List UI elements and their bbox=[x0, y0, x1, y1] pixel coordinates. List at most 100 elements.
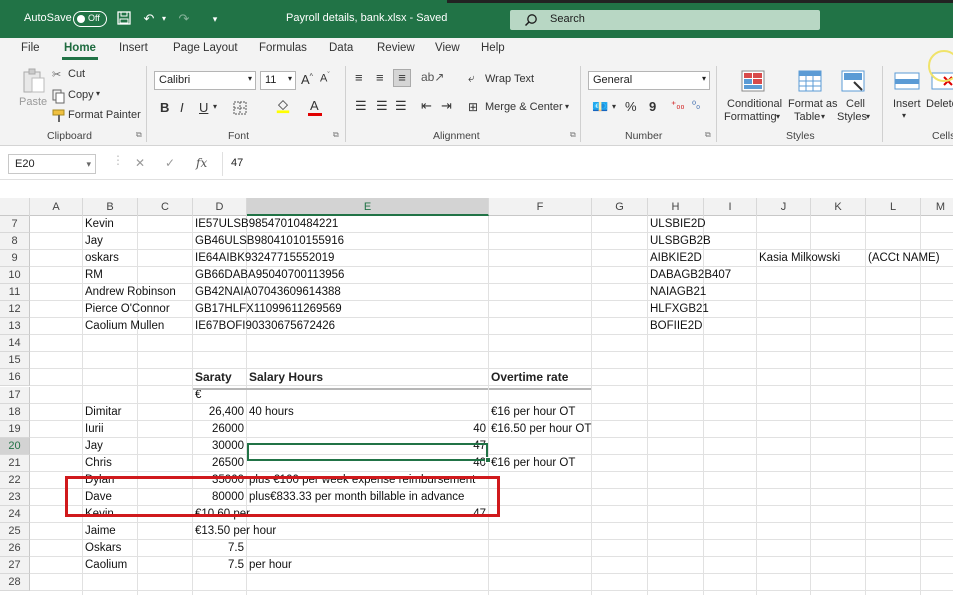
merge-center-button[interactable]: Merge & Center bbox=[485, 101, 563, 113]
cell-e16[interactable]: Salary Hours bbox=[249, 369, 323, 386]
bold-icon[interactable]: B bbox=[160, 100, 169, 115]
cell-f21[interactable]: €16 per hour OT bbox=[491, 455, 575, 472]
row-header-12[interactable]: 12 bbox=[0, 301, 30, 318]
save-icon[interactable] bbox=[116, 11, 132, 27]
borders-icon[interactable] bbox=[232, 100, 248, 116]
column-header-d[interactable]: D bbox=[193, 198, 247, 216]
row-header-28[interactable]: 28 bbox=[0, 574, 30, 591]
row-header-7[interactable]: 7 bbox=[0, 216, 30, 233]
cell-h8[interactable]: ULSBGB2B bbox=[650, 233, 711, 250]
column-header-i[interactable]: I bbox=[704, 198, 757, 216]
cell-h13[interactable]: BOFIIE2D bbox=[650, 318, 702, 335]
cell-d7[interactable]: IE57ULSB98547010484221 bbox=[195, 216, 338, 233]
copy-button[interactable]: Copy bbox=[68, 89, 94, 101]
align-top-icon[interactable]: ≡ bbox=[355, 70, 363, 85]
cell-d11[interactable]: GB42NAIA07043609614388 bbox=[195, 284, 341, 301]
percent-icon[interactable]: % bbox=[625, 99, 637, 114]
cell-d25[interactable]: €13.50 per hour bbox=[195, 523, 276, 540]
row-header-17[interactable]: 17 bbox=[0, 387, 30, 404]
chevron-down-icon[interactable]: ▾ bbox=[776, 112, 780, 121]
cell-l9[interactable]: (ACCt NAME) bbox=[868, 250, 940, 267]
row-header-14[interactable]: 14 bbox=[0, 335, 30, 352]
undo-dropdown-icon[interactable]: ▾ bbox=[156, 11, 172, 27]
number-launcher-icon[interactable]: ⧉ bbox=[705, 130, 711, 140]
italic-icon[interactable]: I bbox=[180, 100, 184, 115]
row-header-13[interactable]: 13 bbox=[0, 318, 30, 335]
paste-button[interactable]: Paste bbox=[19, 96, 47, 108]
column-header-l[interactable]: L bbox=[866, 198, 921, 216]
align-middle-icon[interactable]: ≡ bbox=[376, 70, 384, 85]
tab-page-layout[interactable]: Page Layout bbox=[173, 42, 238, 54]
cell-d10[interactable]: GB66DABA95040700113956 bbox=[195, 267, 344, 284]
accounting-format-icon[interactable]: 💶 bbox=[592, 99, 608, 115]
comma-style-icon[interactable]: 9 bbox=[649, 99, 656, 114]
formula-input[interactable]: 47 bbox=[222, 152, 953, 176]
cell-j9[interactable]: Kasia Milkowski bbox=[759, 250, 840, 267]
cell-b25[interactable]: Jaime bbox=[85, 523, 116, 540]
paste-icon[interactable] bbox=[20, 68, 48, 94]
cell-d26[interactable]: 7.5 bbox=[195, 540, 244, 557]
tab-help[interactable]: Help bbox=[481, 42, 505, 54]
row-header-21[interactable]: 21 bbox=[0, 455, 30, 472]
cell-d18[interactable]: 26,400 bbox=[195, 404, 244, 421]
row-header-8[interactable]: 8 bbox=[0, 233, 30, 250]
cell-h10[interactable]: DABAGB2B407 bbox=[650, 267, 731, 284]
cell-d20[interactable]: 30000 bbox=[195, 438, 244, 455]
row-header-11[interactable]: 11 bbox=[0, 284, 30, 301]
cell-b11[interactable]: Andrew Robinson bbox=[85, 284, 176, 301]
copy-dropdown-icon[interactable]: ▾ bbox=[96, 89, 100, 98]
cell-d12[interactable]: GB17HLFX11099611269569 bbox=[195, 301, 342, 318]
column-header-h[interactable]: H bbox=[648, 198, 704, 216]
tab-data[interactable]: Data bbox=[329, 42, 353, 54]
cell-e19[interactable]: 40 bbox=[249, 421, 486, 438]
increase-font-icon[interactable]: A^ bbox=[301, 72, 313, 87]
customize-qat-icon[interactable]: ▾ bbox=[207, 11, 223, 27]
column-header-m[interactable]: M bbox=[921, 198, 953, 216]
font-size-box[interactable]: 11 ▾ bbox=[260, 71, 296, 90]
cell-b10[interactable]: RM bbox=[85, 267, 103, 284]
cell-f16[interactable]: Overtime rate bbox=[491, 369, 568, 386]
row-header-26[interactable]: 26 bbox=[0, 540, 30, 557]
name-box[interactable]: E20 ▾ bbox=[8, 154, 96, 174]
cell-h12[interactable]: HLFXGB21 bbox=[650, 301, 709, 318]
row-header-18[interactable]: 18 bbox=[0, 404, 30, 421]
column-header-k[interactable]: K bbox=[811, 198, 866, 216]
chevron-down-icon[interactable]: ▾ bbox=[866, 112, 870, 121]
autosave-toggle[interactable]: Off bbox=[73, 11, 107, 27]
row-header-16[interactable]: 16 bbox=[0, 369, 30, 386]
row-header-9[interactable]: 9 bbox=[0, 250, 30, 267]
wrap-text-button[interactable]: Wrap Text bbox=[485, 73, 534, 85]
underline-icon[interactable]: U bbox=[199, 100, 208, 115]
column-header-j[interactable]: J bbox=[757, 198, 811, 216]
cell-d19[interactable]: 26000 bbox=[195, 421, 244, 438]
select-all-corner[interactable] bbox=[0, 198, 30, 216]
cell-b26[interactable]: Oskars bbox=[85, 540, 121, 557]
fill-handle[interactable] bbox=[485, 457, 491, 463]
tab-review[interactable]: Review bbox=[377, 42, 415, 54]
font-name-box[interactable]: Calibri ▾ bbox=[154, 71, 256, 90]
cut-button[interactable]: Cut bbox=[68, 68, 85, 80]
font-launcher-icon[interactable]: ⧉ bbox=[333, 130, 339, 140]
number-format-box[interactable]: General ▾ bbox=[588, 71, 710, 90]
chevron-down-icon[interactable]: ▾ bbox=[902, 111, 906, 120]
insert-function-icon[interactable]: fx bbox=[196, 156, 207, 170]
cell-d8[interactable]: GB46ULSB98041010155916 bbox=[195, 233, 344, 250]
cell-d9[interactable]: IE64AIBK93247715552019 bbox=[195, 250, 334, 267]
selected-cell-e20[interactable] bbox=[247, 443, 488, 461]
tab-formulas[interactable]: Formulas bbox=[259, 42, 307, 54]
cell-b21[interactable]: Chris bbox=[85, 455, 112, 472]
cell-h9[interactable]: AIBKIE2D bbox=[650, 250, 702, 267]
column-header-f[interactable]: F bbox=[489, 198, 592, 216]
align-left-icon[interactable]: ☰ bbox=[355, 98, 367, 114]
cell-styles-button[interactable]: Cell bbox=[846, 98, 865, 110]
align-bottom-icon[interactable]: ≡ bbox=[393, 69, 411, 87]
cell-d16[interactable]: Saraty bbox=[195, 369, 232, 386]
increase-indent-icon[interactable]: ⇥ bbox=[441, 98, 452, 114]
row-header-27[interactable]: 27 bbox=[0, 557, 30, 574]
redo-icon[interactable]: ↷ bbox=[176, 11, 192, 27]
font-color-icon[interactable]: A bbox=[310, 98, 319, 113]
cell-f19[interactable]: €16.50 per hour OT bbox=[491, 421, 591, 438]
cell-d21[interactable]: 26500 bbox=[195, 455, 244, 472]
cell-e18[interactable]: 40 hours bbox=[249, 404, 294, 421]
format-as-table-button-line2[interactable]: Table bbox=[794, 111, 820, 123]
